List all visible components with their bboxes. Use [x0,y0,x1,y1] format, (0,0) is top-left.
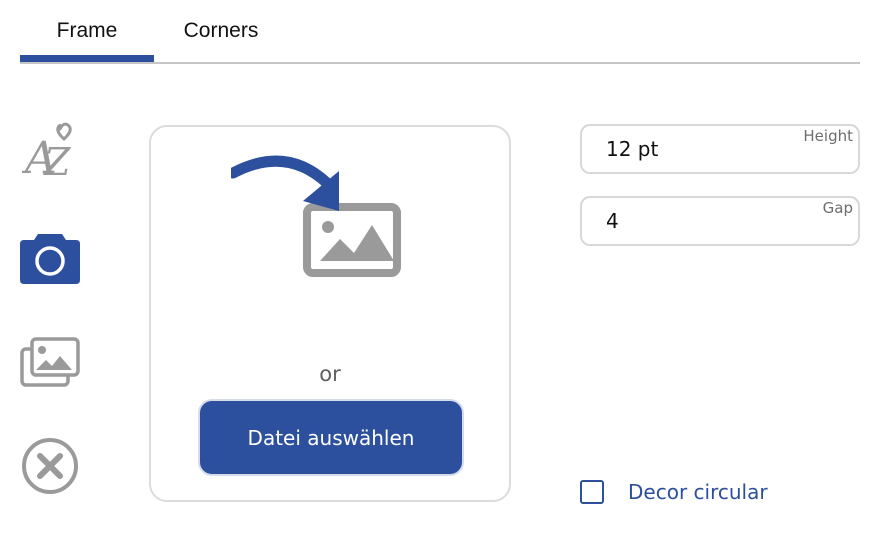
gallery-icon[interactable] [20,332,80,392]
height-label: Height [803,127,853,145]
tab-frame[interactable]: Frame [20,0,154,62]
choose-file-button[interactable]: Datei auswählen [198,399,464,476]
tab-corners[interactable]: Corners [154,0,288,62]
or-separator: or [319,362,341,386]
tab-corners-label: Corners [183,19,259,42]
decor-circular-label: Decor circular [628,480,768,504]
tab-bar: Frame Corners [20,0,860,64]
tab-frame-label: Frame [56,19,118,42]
image-drop-zone[interactable]: or Datei auswählen [149,125,511,502]
height-field[interactable]: Height [580,124,860,174]
remove-circle-icon[interactable] [20,436,80,496]
gap-label: Gap [822,199,853,217]
active-tab-indicator [20,55,154,62]
decor-circular-option[interactable]: Decor circular [580,477,768,507]
upload-image-icon [227,153,401,278]
decor-circular-checkbox[interactable] [580,480,604,504]
height-input[interactable] [606,134,806,164]
gap-field[interactable]: Gap [580,196,860,246]
svg-text:Z: Z [43,140,71,179]
gap-input[interactable] [606,206,806,236]
camera-icon[interactable] [20,226,80,286]
az-text-icon[interactable]: A Z [20,118,80,179]
